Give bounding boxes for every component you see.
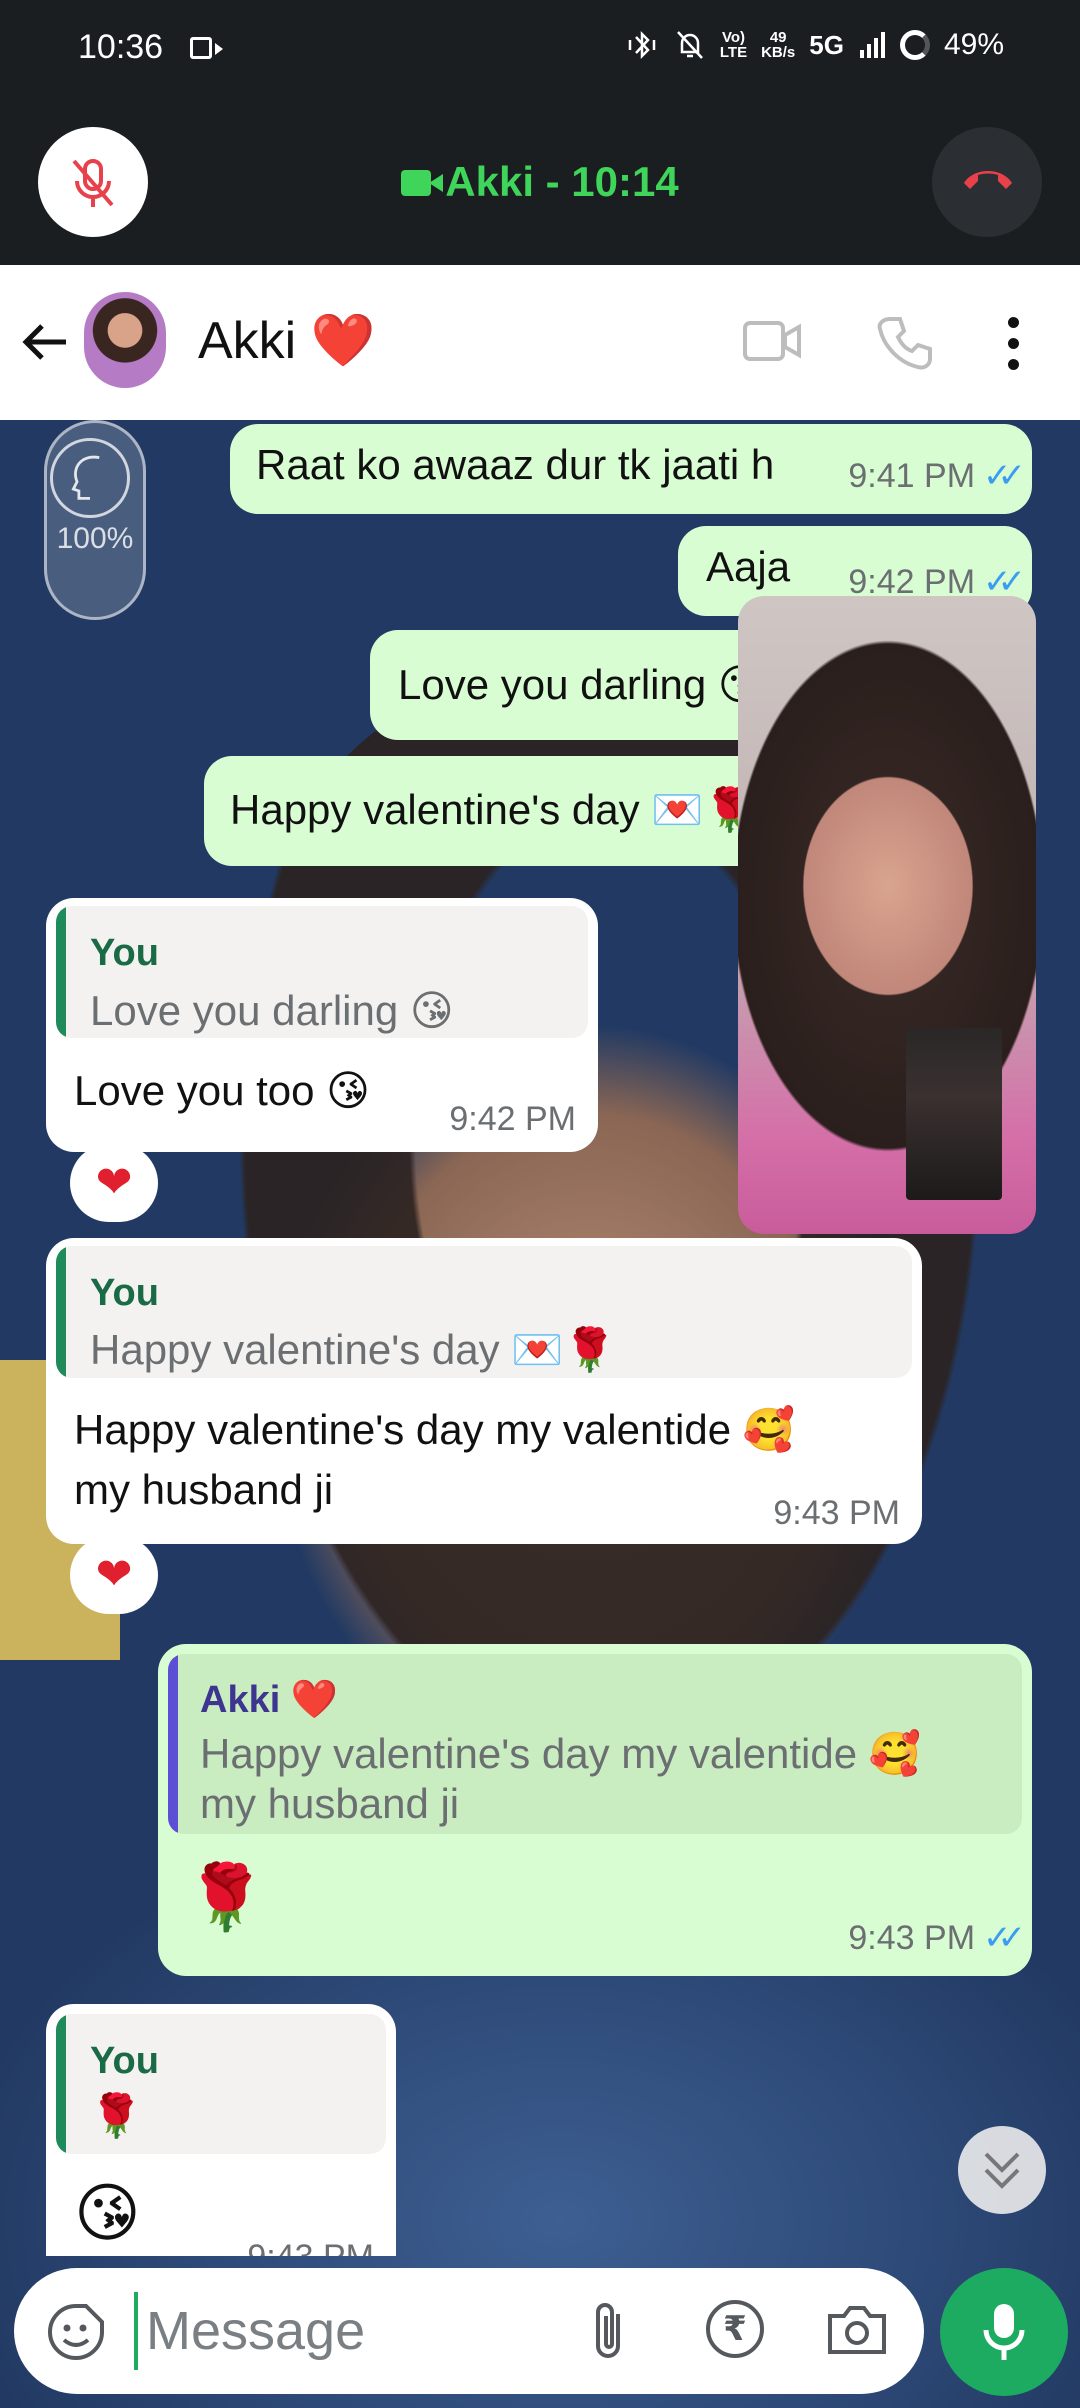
status-bar: 10:36 Vo) LTE 49 KB/s 5G 49% [0,0,1080,100]
reaction-badge[interactable]: ❤ [70,1144,158,1222]
message-time: 9:43 PM [247,2238,374,2256]
read-receipt-icon: ✓✓ [983,457,1026,495]
message-bubble-outgoing[interactable]: Akki ❤️ Happy valentine's day my valenti… [158,1644,1032,1976]
message-meta: 9:43 PM ✓✓ [848,1918,1026,1958]
quote-author: Akki ❤️ [200,1679,339,1721]
quote-text: Happy valentine's day 💌🌹 [90,1326,616,1373]
bluetooth-vibrate-icon [628,30,656,60]
status-icons: Vo) LTE 49 KB/s 5G 49% [626,28,1004,62]
message-emoji: 😘 [74,2177,141,2249]
message-bubble-outgoing[interactable]: Raat ko awaaz dur tk jaati h 9:41 PM ✓✓ [230,424,1032,514]
scroll-to-bottom-button[interactable] [958,2126,1046,2214]
network-type: 5G [809,29,844,60]
beauty-level: 100% [56,522,134,555]
face-beauty-icon [50,438,130,518]
double-chevron-down-icon [984,2152,1020,2189]
screen-record-icon [190,37,223,59]
battery-level: 49% [943,28,1004,61]
message-text-line-1: Happy valentine's day my valentide 🥰 [74,1406,796,1453]
quoted-message[interactable]: You Love you darling 😘 [56,906,588,1038]
avatar[interactable] [84,292,166,388]
signal-icon [859,32,885,58]
quoted-message[interactable]: You Happy valentine's day 💌🌹 [56,1246,912,1378]
quote-text-line-2: my husband ji [200,1780,460,1827]
message-text: Aaja [706,543,791,590]
network-speed-unit: KB/s [761,44,796,61]
back-arrow-icon[interactable] [18,315,72,369]
quoted-message[interactable]: Akki ❤️ Happy valentine's day my valenti… [168,1654,1022,1834]
voice-call-icon[interactable] [876,315,932,371]
volte-bottom: LTE [719,44,748,61]
text-cursor [134,2292,138,2370]
message-text-line-2: my husband ji [74,1466,334,1513]
call-end-icon [964,171,1012,189]
rupee-payment-icon[interactable]: ₹ [706,2300,764,2358]
video-call-icon[interactable] [742,317,802,365]
contact-heart-emoji: ❤️ [310,312,376,370]
contact-name[interactable]: Akki ❤️ [198,310,375,371]
call-title[interactable]: Akki - 10:14 [0,158,1080,206]
attach-paperclip-icon[interactable] [584,2298,634,2364]
quote-accent-bar [56,906,66,1038]
quote-accent-bar [56,2014,66,2154]
notifications-off-icon [676,31,703,59]
message-text: Happy valentine's day 💌🌹 [230,786,756,833]
self-video-preview[interactable] [906,1028,1002,1200]
quoted-message[interactable]: You 🌹 [56,2014,386,2154]
microphone-icon [983,2304,1025,2360]
quote-author: You [90,932,159,974]
ongoing-call-bar[interactable]: Akki - 10:14 [0,100,1080,265]
reaction-badge[interactable]: ❤ [70,1536,158,1614]
message-meta: 9:41 PM ✓✓ [848,456,1026,496]
message-input[interactable] [146,2296,446,2366]
message-bubble-incoming[interactable]: You 🌹 😘 9:43 PM [46,2004,396,2256]
call-title-text: Akki - 10:14 [445,158,679,205]
message-bubble-incoming[interactable]: You Love you darling 😘 Love you too 😘 9:… [46,898,598,1152]
message-composer: ₹ [14,2268,924,2394]
read-receipt-icon: ✓✓ [983,1919,1026,1957]
message-bubble-incoming[interactable]: You Happy valentine's day 💌🌹 Happy valen… [46,1238,922,1544]
contact-name-text: Akki [198,312,297,370]
battery-icon [899,30,930,60]
emoji-sticker-icon[interactable] [46,2302,106,2362]
message-text: Love you too 😘 [74,1067,370,1114]
volte-indicator: Vo) LTE [720,30,747,60]
quote-accent-bar [168,1654,178,1834]
quote-accent-bar [56,1246,66,1378]
message-clip: You 🌹 😘 9:43 PM [0,1996,1080,2256]
end-call-button[interactable] [932,127,1042,237]
quote-text: 🌹 [90,2092,143,2139]
message-time: 9:43 PM [773,1494,900,1532]
network-speed: 49 KB/s [761,30,795,60]
message-time: 9:43 PM [848,1919,976,1957]
voice-message-button[interactable] [940,2268,1068,2396]
camera-icon[interactable] [826,2302,888,2358]
quote-text: Love you darling 😘 [90,987,454,1034]
quote-text-line-1: Happy valentine's day my valentide 🥰 [200,1730,922,1777]
quote-author: You [90,2040,159,2082]
message-time: 9:42 PM [449,1100,576,1138]
video-call-icon [401,170,444,196]
message-time: 9:41 PM [848,457,976,495]
chat-header: Akki ❤️ [0,265,1080,420]
message-text: Raat ko awaaz dur tk jaati h [256,441,775,488]
status-time: 10:36 [78,28,164,66]
message-emoji: 🌹 [186,1861,266,1933]
more-options-icon[interactable] [1008,317,1019,380]
message-text: Love you darling 😘 [398,661,762,708]
quote-author: You [90,1272,159,1314]
